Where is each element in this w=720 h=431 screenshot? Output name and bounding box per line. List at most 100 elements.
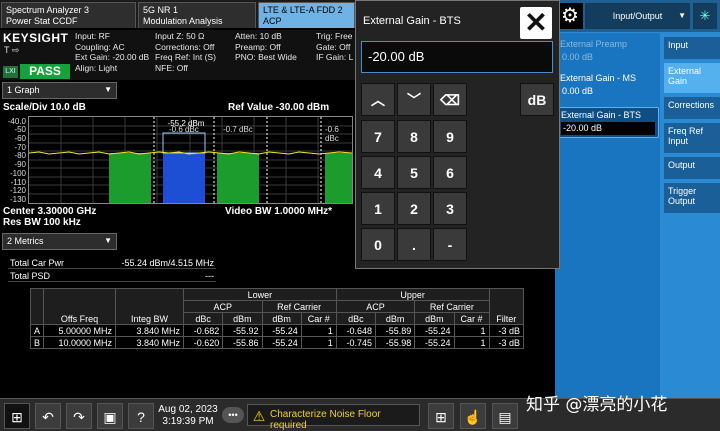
cell-lower-dbm: -55.92 [222,324,263,337]
external-gain-bts-control[interactable]: External Gain - BTS -20.00 dB [557,107,659,138]
tab-trigger-output[interactable]: Trigger Output [664,183,720,213]
tab-external-gain[interactable]: External Gain [664,63,720,93]
tab-lte-acp[interactable]: LTE & LTE-A FDD 2 ACP [258,2,355,28]
y-tick: -80 [14,151,26,160]
cell-upper-dbm: -55.98 [375,336,416,349]
cell-lower-dbm: -55.86 [222,336,263,349]
warning-icon: ⚠ [252,408,266,424]
ref-value: Ref Value -30.00 dBm [228,102,330,113]
col-upper-dbc: dBc [335,312,377,325]
chevron-down-icon: ▼ [678,11,686,20]
tab-freq-ref-input[interactable]: Freq Ref Input [664,123,720,153]
marker-label-lower-a: -0.6 dBc [169,125,199,134]
tab-5g-nr[interactable]: 5G NR 1 Modulation Analysis [138,2,256,28]
tab-line2: ACP [263,16,282,26]
menu-title-button[interactable]: Input/Output ▼ [585,3,690,29]
backspace-icon[interactable]: ⌫ [433,83,467,116]
undo-icon[interactable]: ↶ [35,403,61,429]
key-3[interactable]: 3 [433,192,467,225]
info-column-atten[interactable]: Atten: 10 dB Preamp: Off PNO: Best Wide [235,31,297,63]
cell-lower-dbc: -0.620 [183,336,224,349]
col-filter: Filter [488,288,525,325]
cell-lower-ref: -55.24 [261,336,302,349]
window-icon[interactable]: ▤ [492,403,518,429]
touch-icon[interactable]: ☝ [460,403,486,429]
cell-upper-ref: -55.24 [414,324,455,337]
dialog-title: External Gain - BTS [363,15,461,27]
date-time: Aug 02, 2023 3:19:39 PM [157,404,219,428]
touch-cursor-icon[interactable]: ✳ [693,3,717,29]
spectrum-plot[interactable]: -55.2 dBm -0.6 dBc -0.7 dBc -0.6 dBc [28,116,353,204]
windows-icon[interactable]: ⊞ [4,403,30,429]
info-column-input[interactable]: Input: RF Coupling: AC Ext Gain: -20.00 … [75,31,149,73]
control-value: -20.00 dB [561,122,655,135]
external-gain-ms-control[interactable]: External Gain - MS 0.00 dB [557,71,659,100]
key-decimal[interactable]: . [397,228,431,261]
y-tick: -100 [9,169,26,178]
tab-spectrum-analyzer[interactable]: Spectrum Analyzer 3 Power Stat CCDF [1,2,136,28]
view-select-metrics[interactable]: 2 Metrics ▼ [2,233,117,250]
gain-value-field[interactable]: -20.00 dB [361,41,553,73]
control-label: External Gain - MS [560,73,637,83]
redo-icon[interactable]: ↷ [66,403,92,429]
col-upper-ref-dbm: dBm [414,312,455,325]
tab-corrections[interactable]: Corrections [664,97,720,119]
y-tick: -90 [14,160,26,169]
cell-upper-dbc: -0.745 [335,336,377,349]
external-preamp-control[interactable]: External Preamp 0.00 dB [557,37,659,66]
key-2[interactable]: 2 [397,192,431,225]
tab-line1: Spectrum Analyzer 3 [6,5,90,15]
col-lower-dbm: dBm [222,312,263,325]
control-value: 0.00 dB [562,52,594,62]
key-5[interactable]: 5 [397,156,431,189]
chevron-down-icon: ▼ [104,85,112,94]
folder-icon[interactable]: ▣ [97,403,123,429]
arrow-down-icon[interactable]: ﹀ [397,83,431,116]
layout-grid-icon[interactable]: ⊞ [428,403,454,429]
info-column-trigger[interactable]: Trig: Free Gate: Off IF Gain: L [316,31,353,63]
help-icon[interactable]: ? [128,403,154,429]
gear-icon[interactable]: ⚙ [557,3,583,29]
key-4[interactable]: 4 [361,156,395,189]
numeric-entry-dialog: External Gain - BTS ✕ -20.00 dB ︿ ﹀ ⌫ dB… [355,0,560,269]
chevron-down-icon: ▼ [104,236,112,245]
info-nfe: NFE: Off [155,62,188,73]
sub-lower-acp: ACP [183,300,263,313]
tab-input[interactable]: Input [664,37,720,59]
total-psd-label: Total PSD [10,271,51,281]
view-select-graph[interactable]: 1 Graph ▼ [2,82,117,99]
y-axis-labels: -40.0 -50 -60 -70 -80 -90 -100 -110 -120… [3,116,28,204]
status-message[interactable]: ⚠ Characterize Noise Floor required [247,404,420,431]
cell-filter: -3 dB [488,336,525,349]
key-6[interactable]: 6 [433,156,467,189]
info-column-corrections[interactable]: Input Z: 50 Ω Corrections: Off Freq Ref:… [155,31,216,73]
key-7[interactable]: 7 [361,120,395,153]
close-icon[interactable]: ✕ [520,7,552,39]
cell-lower-car: 1 [300,336,337,349]
tab-output[interactable]: Output [664,157,720,179]
message-icon[interactable]: ••• [222,407,244,423]
cell-offs-freq: 10.0000 MHz [43,336,117,349]
col-lower-car: Car # [300,312,337,325]
table-row: B 10.0000 MHz 3.840 MHz -0.620 -55.86 -5… [29,336,525,349]
info-gate: Gate: Off [316,41,351,52]
key-8[interactable]: 8 [397,120,431,153]
cell-lower-dbc: -0.682 [183,324,224,337]
group-upper: Upper [335,288,490,301]
info-input-z: Input Z: 50 Ω [155,31,205,41]
key-minus[interactable]: - [433,228,467,261]
panel-controls-list: External Preamp 0.00 dB External Gain - … [555,33,660,398]
pass-indicator: PASS [20,64,70,79]
cell-lower-ref: -55.24 [261,324,302,337]
marker-label-upper-a: -0.7 dBc [223,125,253,134]
key-9[interactable]: 9 [433,120,467,153]
scale-div: Scale/Div 10.0 dB [3,102,86,113]
info-corrections: Corrections: Off [155,41,215,52]
unit-db-button[interactable]: dB [520,83,554,116]
key-0[interactable]: 0 [361,228,395,261]
graph-footer: Center 3.30000 GHz Res BW 100 kHz Video … [3,206,355,228]
cell-lower-car: 1 [300,324,337,337]
brand-logo: KEYSIGHT [3,31,69,45]
key-1[interactable]: 1 [361,192,395,225]
arrow-up-icon[interactable]: ︿ [361,83,395,116]
